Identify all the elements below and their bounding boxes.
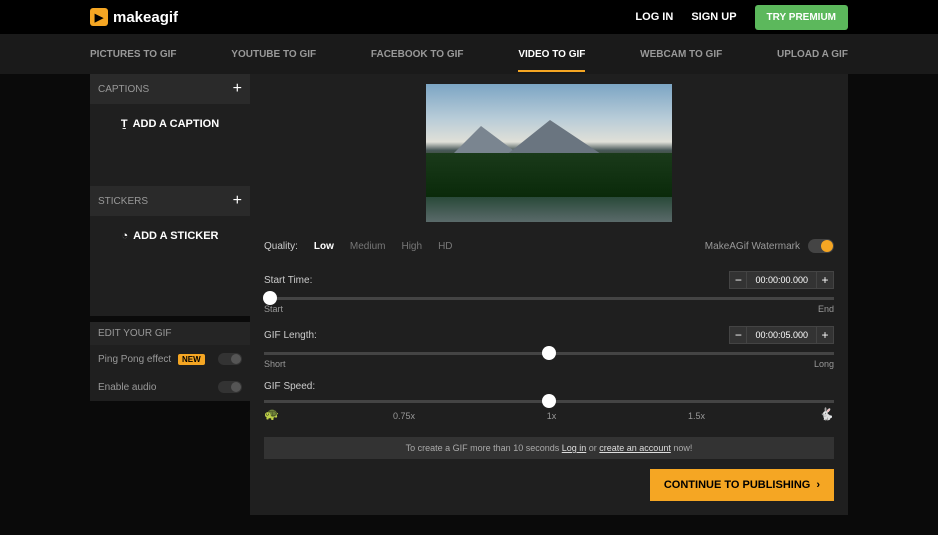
stickers-header: STICKERS +	[90, 186, 250, 216]
stickers-title: STICKERS	[98, 196, 148, 207]
continue-button[interactable]: CONTINUE TO PUBLISHING ›	[650, 469, 834, 501]
turtle-icon: 🐢	[264, 407, 279, 421]
watermark-label: MakeAGif Watermark	[705, 241, 800, 252]
nav-youtube[interactable]: YOUTUBE TO GIF	[231, 37, 316, 72]
audio-row: Enable audio	[90, 373, 250, 401]
login-link[interactable]: LOG IN	[635, 11, 673, 23]
length-slider-thumb[interactable]	[542, 346, 556, 360]
add-caption-plus-icon[interactable]: +	[233, 80, 242, 98]
signup-link[interactable]: SIGN UP	[691, 11, 736, 23]
start-value: 00:00:00.000	[747, 271, 816, 289]
quality-row: Quality: Low Medium High HD MakeAGif Wat…	[264, 227, 834, 265]
start-slider-thumb[interactable]	[263, 291, 277, 305]
stickers-body	[90, 256, 250, 316]
add-caption-label: ADD A CAPTION	[133, 118, 220, 130]
speed-tick-075: 0.75x	[393, 411, 415, 421]
pingpong-label: Ping Pong effect	[98, 354, 171, 365]
nav-video[interactable]: VIDEO TO GIF	[518, 37, 585, 72]
audio-toggle[interactable]	[218, 381, 242, 393]
start-left-label: Start	[264, 304, 283, 314]
speed-slider-thumb[interactable]	[542, 394, 556, 408]
pingpong-row: Ping Pong effect NEW	[90, 345, 250, 373]
length-right-label: Long	[814, 359, 834, 369]
chevron-right-icon: ›	[816, 479, 820, 491]
quality-high[interactable]: High	[401, 241, 422, 252]
length-control: GIF Length: − 00:00:05.000 + Short Long	[264, 320, 834, 375]
quality-hd[interactable]: HD	[438, 241, 452, 252]
logo-icon: ▶	[90, 8, 108, 26]
info-create-link[interactable]: create an account	[599, 443, 671, 453]
pingpong-toggle[interactable]	[218, 353, 242, 365]
captions-body	[90, 144, 250, 186]
speed-control: GIF Speed: 🐢 0.75x 1x 1.5x 🐇	[264, 375, 834, 427]
top-bar: ▶ makeagif LOG IN SIGN UP TRY PREMIUM	[0, 0, 938, 34]
new-badge: NEW	[178, 354, 205, 365]
sidebar: CAPTIONS + Ṯ ADD A CAPTION STICKERS + ◔ …	[90, 74, 250, 515]
start-time-stepper: − 00:00:00.000 +	[729, 271, 834, 289]
length-value: 00:00:05.000	[747, 326, 816, 344]
quality-low[interactable]: Low	[314, 241, 334, 252]
edit-section: EDIT YOUR GIF Ping Pong effect NEW Enabl…	[90, 322, 250, 401]
logo[interactable]: ▶ makeagif	[90, 8, 178, 26]
continue-row: CONTINUE TO PUBLISHING ›	[264, 469, 834, 501]
start-right-label: End	[818, 304, 834, 314]
speed-tick-15: 1.5x	[688, 411, 705, 421]
video-preview[interactable]	[426, 84, 672, 222]
main-nav: PICTURES TO GIF YOUTUBE TO GIF FACEBOOK …	[0, 34, 938, 74]
start-slider[interactable]	[264, 297, 834, 300]
start-time-label: Start Time:	[264, 275, 312, 286]
rabbit-icon: 🐇	[819, 407, 834, 421]
captions-title: CAPTIONS	[98, 84, 149, 95]
try-premium-button[interactable]: TRY PREMIUM	[755, 5, 848, 30]
preview-area	[264, 74, 834, 227]
start-plus-button[interactable]: +	[816, 271, 834, 289]
length-slider[interactable]	[264, 352, 834, 355]
quality-medium[interactable]: Medium	[350, 241, 386, 252]
text-cursor-icon: Ṯ	[121, 118, 128, 130]
logo-text: makeagif	[113, 9, 178, 26]
nav-upload[interactable]: UPLOAD A GIF	[777, 37, 848, 72]
edit-title: EDIT YOUR GIF	[90, 322, 250, 345]
length-stepper: − 00:00:05.000 +	[729, 326, 834, 344]
nav-facebook[interactable]: FACEBOOK TO GIF	[371, 37, 464, 72]
speed-slider[interactable]	[264, 400, 834, 403]
audio-label: Enable audio	[98, 382, 156, 393]
add-sticker-label: ADD A STICKER	[133, 230, 218, 242]
nav-pictures[interactable]: PICTURES TO GIF	[90, 37, 177, 72]
start-time-control: Start Time: − 00:00:00.000 + Start End	[264, 265, 834, 320]
info-pre: To create a GIF more than 10 seconds	[406, 443, 562, 453]
watermark-toggle[interactable]	[808, 239, 834, 253]
add-sticker-button[interactable]: ◔ ADD A STICKER	[90, 216, 250, 256]
length-minus-button[interactable]: −	[729, 326, 747, 344]
add-sticker-plus-icon[interactable]: +	[233, 192, 242, 210]
start-minus-button[interactable]: −	[729, 271, 747, 289]
continue-label: CONTINUE TO PUBLISHING	[664, 479, 810, 491]
info-login-link[interactable]: Log in	[562, 443, 587, 453]
clock-icon-placeholder: ◔	[121, 230, 128, 242]
info-post: now!	[671, 443, 693, 453]
content: Quality: Low Medium High HD MakeAGif Wat…	[250, 74, 848, 515]
nav-webcam[interactable]: WEBCAM TO GIF	[640, 37, 722, 72]
info-bar: To create a GIF more than 10 seconds Log…	[264, 437, 834, 459]
length-plus-button[interactable]: +	[816, 326, 834, 344]
info-mid: or	[586, 443, 599, 453]
quality-label: Quality:	[264, 241, 298, 252]
watermark-control: MakeAGif Watermark	[705, 239, 834, 253]
speed-label: GIF Speed:	[264, 381, 315, 392]
top-right: LOG IN SIGN UP TRY PREMIUM	[635, 5, 848, 30]
speed-tick-1: 1x	[547, 411, 557, 421]
add-caption-button[interactable]: Ṯ ADD A CAPTION	[90, 104, 250, 144]
captions-header: CAPTIONS +	[90, 74, 250, 104]
length-label: GIF Length:	[264, 330, 317, 341]
length-left-label: Short	[264, 359, 286, 369]
